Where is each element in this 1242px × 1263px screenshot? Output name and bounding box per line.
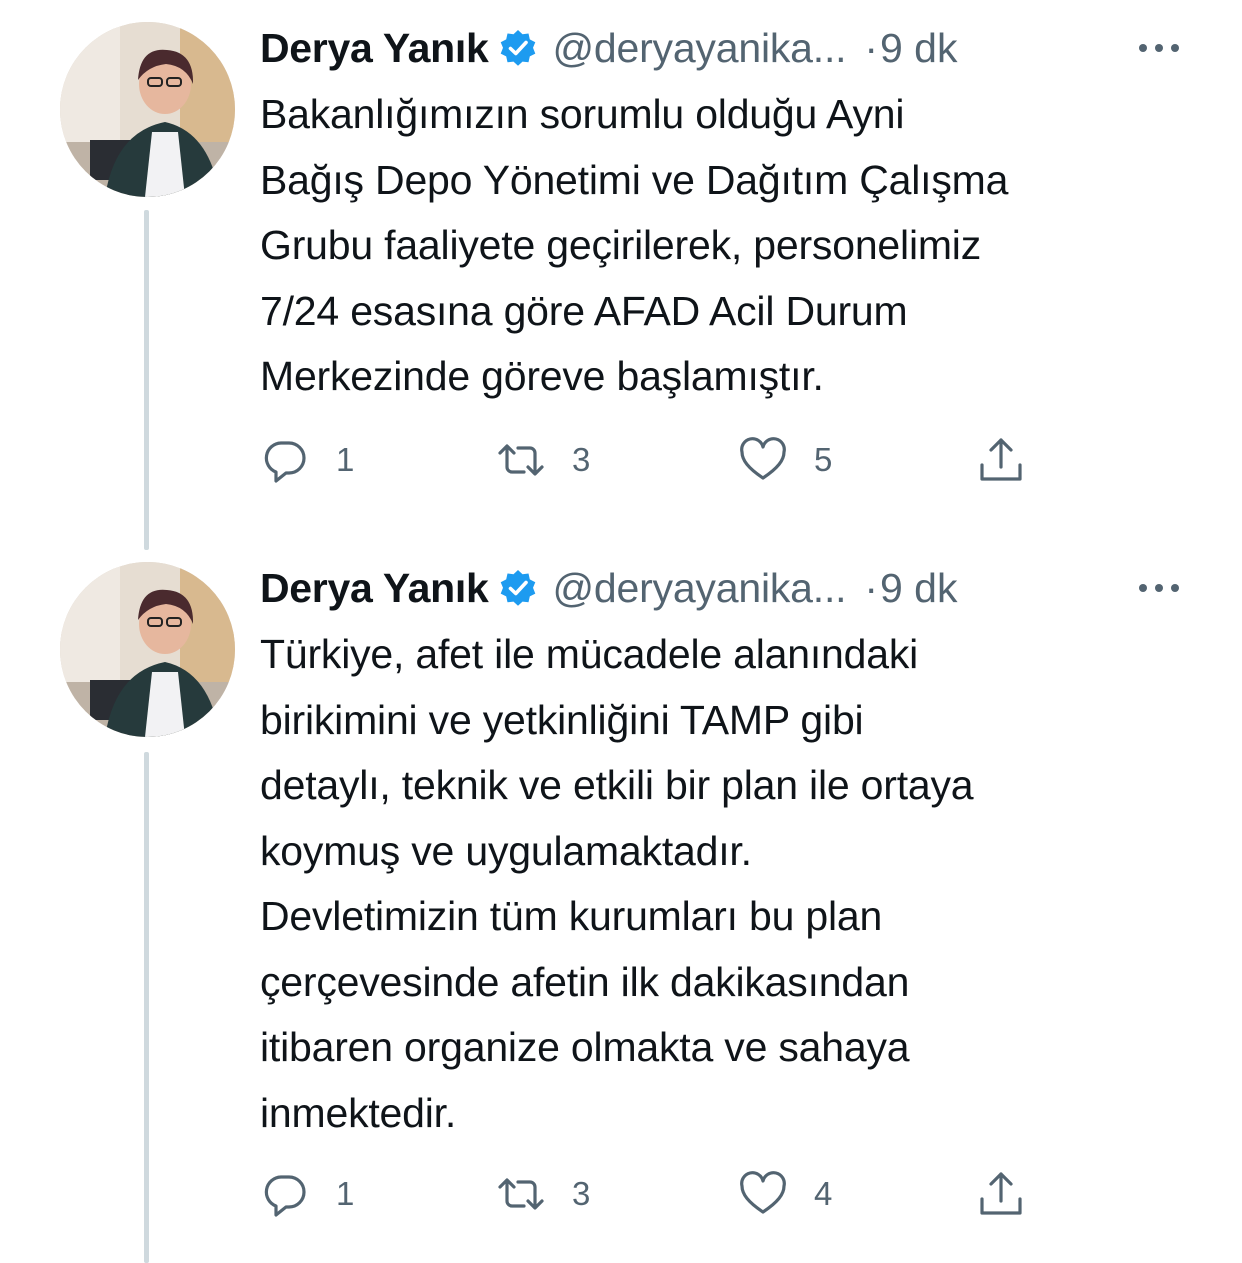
retweet-button[interactable]: 3 (496, 432, 590, 488)
tweet[interactable]: Derya Yanık @deryayanika... · 9 dk Türki… (0, 558, 1242, 1258)
tweet-text-line: itibaren organize olmakta ve sahaya (260, 1024, 910, 1070)
retweet-icon (496, 435, 546, 485)
share-icon (976, 1169, 1026, 1219)
author-name[interactable]: Derya Yanık (260, 25, 489, 72)
tweet-text-line: inmektedir. (260, 1089, 457, 1136)
like-button[interactable]: 5 (738, 432, 832, 488)
tweet-actions: 1 3 4 (260, 1166, 1060, 1222)
reply-icon (260, 1169, 310, 1219)
retweet-icon (496, 1169, 546, 1219)
reply-count: 1 (336, 441, 355, 478)
tweet-header: Derya Yanık @deryayanika... · 9 dk (260, 558, 1220, 618)
more-options-icon[interactable] (1133, 22, 1185, 74)
tweet-text-line: detaylı, teknik ve etkili bir plan ile o… (260, 762, 974, 808)
like-button[interactable]: 4 (738, 1166, 832, 1222)
share-button[interactable] (976, 432, 1026, 488)
author-handle[interactable]: @deryayanika... (552, 565, 846, 612)
reply-button[interactable]: 1 (260, 1166, 354, 1222)
tweet-text-line: Bakanlığımızın sorumlu olduğu Ayni (260, 91, 905, 137)
tweet-text: Türkiye, afet ile mücadele alanındaki bi… (260, 622, 1200, 1146)
heart-icon (738, 435, 788, 485)
heart-icon (738, 1169, 788, 1219)
avatar-image (60, 562, 235, 737)
tweet-text-line: birikimini ve yetkinliğini TAMP gibi (260, 696, 864, 743)
timestamp[interactable]: 9 dk (880, 565, 958, 612)
author-name[interactable]: Derya Yanık (260, 565, 489, 612)
share-button[interactable] (976, 1166, 1026, 1222)
tweet-text-line: Merkezinde göreve başlamıştır. (260, 353, 824, 399)
reply-count: 1 (336, 1175, 355, 1212)
tweet-actions: 1 3 5 (260, 432, 1060, 488)
like-count: 4 (814, 1175, 833, 1212)
tweet-text-line: Grubu faaliyete geçirilerek, personelimi… (260, 222, 982, 268)
like-count: 5 (814, 441, 833, 478)
author-handle[interactable]: @deryayanika... (552, 25, 846, 72)
tweet-header: Derya Yanık @deryayanika... · 9 dk (260, 18, 1220, 78)
retweet-count: 3 (572, 441, 591, 478)
separator-dot: · (864, 24, 878, 71)
reply-button[interactable]: 1 (260, 432, 354, 488)
timeline: Derya Yanık @deryayanika... · 9 dk Bakan… (0, 0, 1242, 1263)
reply-icon (260, 435, 310, 485)
tweet-text: Bakanlığımızın sorumlu olduğu Ayni Bağış… (260, 82, 1200, 410)
tweet-text-line: Bağış Depo Yönetimi ve Dağıtım Çalışma (260, 156, 1009, 203)
tweet-text-line: Devletimizin tüm kurumları bu plan (260, 893, 883, 939)
verified-badge-icon (498, 28, 538, 68)
tweet-text-line: 7/24 esasına göre AFAD Acil Durum (260, 287, 908, 334)
timestamp[interactable]: 9 dk (880, 25, 958, 72)
more-options-icon[interactable] (1133, 562, 1185, 614)
avatar[interactable] (60, 22, 235, 197)
tweet-text-line: Türkiye, afet ile mücadele alanındaki (260, 631, 919, 677)
avatar-image (60, 22, 235, 197)
tweet-text-line: koymuş ve uygulamaktadır. (260, 827, 752, 874)
share-icon (976, 435, 1026, 485)
tweet[interactable]: Derya Yanık @deryayanika... · 9 dk Bakan… (0, 18, 1242, 518)
retweet-count: 3 (572, 1175, 591, 1212)
separator-dot: · (864, 564, 878, 611)
tweet-text-line: çerçevesinde afetin ilk dakikasından (260, 958, 910, 1005)
verified-badge-icon (498, 568, 538, 608)
retweet-button[interactable]: 3 (496, 1166, 590, 1222)
avatar[interactable] (60, 562, 235, 737)
